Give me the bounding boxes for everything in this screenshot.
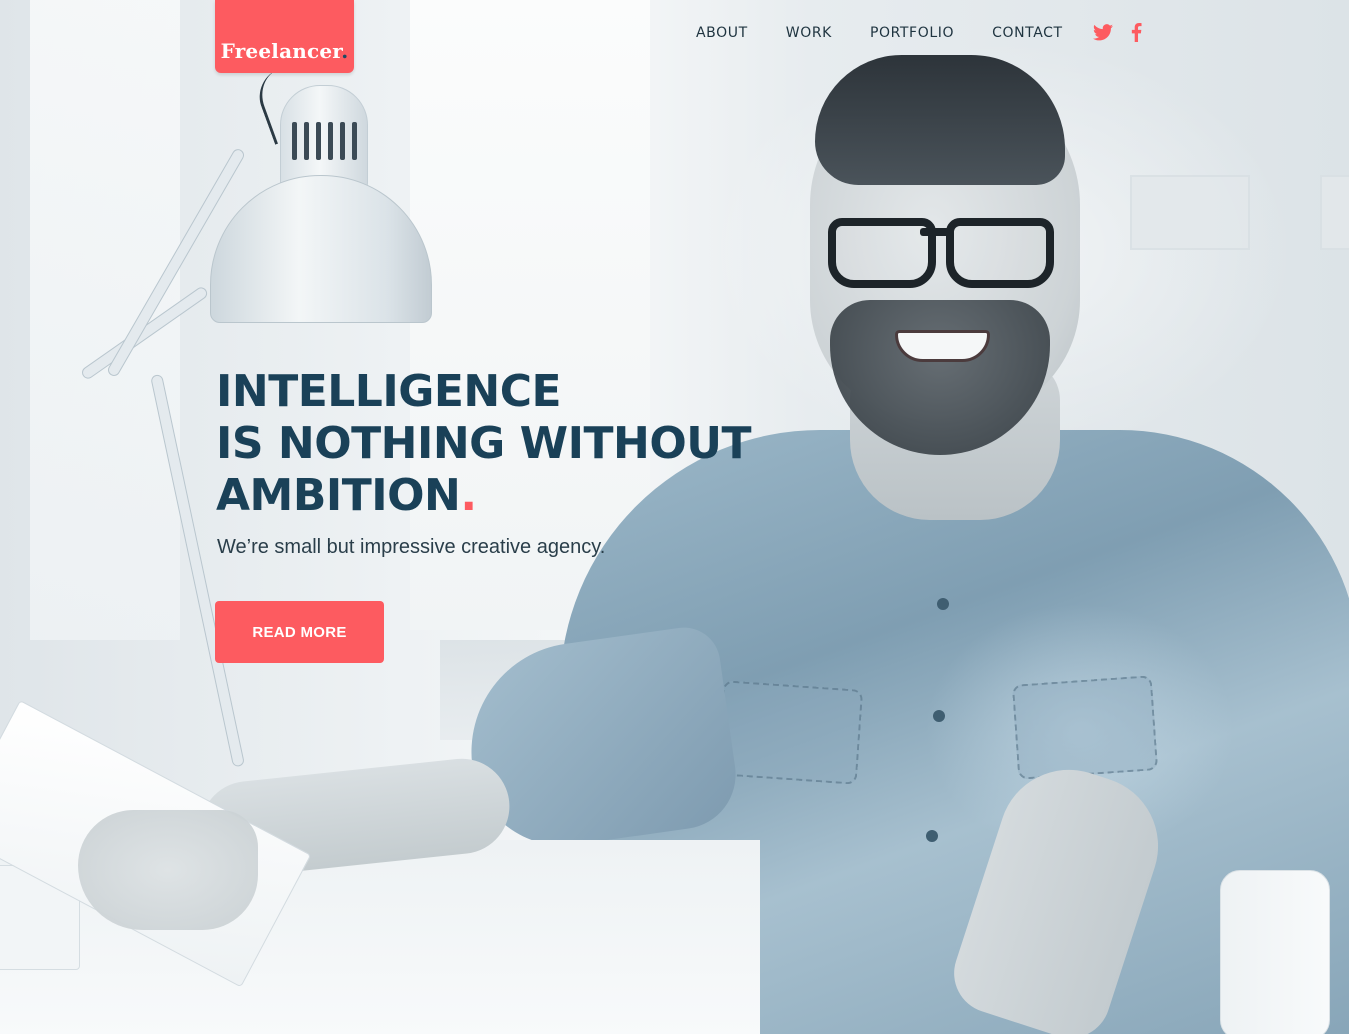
lamp-vent	[304, 122, 309, 160]
headline-line-3: AMBITION	[216, 470, 461, 521]
twitter-icon[interactable]	[1092, 24, 1113, 41]
main-nav: ABOUT WORK PORTFOLIO CONTACT	[696, 23, 1142, 42]
lamp-vent	[316, 122, 321, 160]
lamp-vent	[328, 122, 333, 160]
brand-logo[interactable]: Freelancer.	[215, 0, 354, 73]
shirt-pocket-left	[716, 680, 864, 785]
hero-headline: INTELLIGENCE IS NOTHING WITHOUT AMBITION…	[216, 366, 751, 522]
person-hand-left	[78, 810, 258, 930]
glasses-lens-right	[946, 218, 1054, 288]
nav-item-work[interactable]: WORK	[786, 25, 832, 41]
shirt-button	[937, 598, 949, 610]
wall-frame-partial	[1320, 175, 1349, 250]
facebook-icon[interactable]	[1131, 23, 1142, 42]
shirt-pocket-right	[1011, 675, 1159, 780]
person-hair	[815, 55, 1065, 185]
nav-item-about[interactable]: ABOUT	[696, 25, 748, 41]
headline-line-2: IS NOTHING WITHOUT	[216, 418, 751, 469]
glasses-bridge	[920, 228, 950, 236]
shirt-button	[933, 710, 945, 722]
chair	[1220, 870, 1330, 1034]
lamp-vent	[352, 122, 357, 160]
hero-subline: We’re small but impressive creative agen…	[217, 536, 606, 558]
headline-line-1: INTELLIGENCE	[216, 366, 562, 417]
nav-item-contact[interactable]: CONTACT	[992, 25, 1063, 41]
read-more-button[interactable]: READ MORE	[215, 601, 384, 663]
shirt-button	[926, 830, 938, 842]
lamp-vent	[292, 122, 297, 160]
social-links	[1092, 23, 1142, 42]
lamp-shade	[210, 175, 432, 323]
brand-name: Freelancer.	[220, 38, 349, 63]
lamp-vent	[340, 122, 345, 160]
wall-frame	[1130, 175, 1250, 250]
nav-item-portfolio[interactable]: PORTFOLIO	[870, 25, 954, 41]
headline-accent-dot: .	[460, 470, 477, 521]
person-smile	[895, 330, 990, 362]
